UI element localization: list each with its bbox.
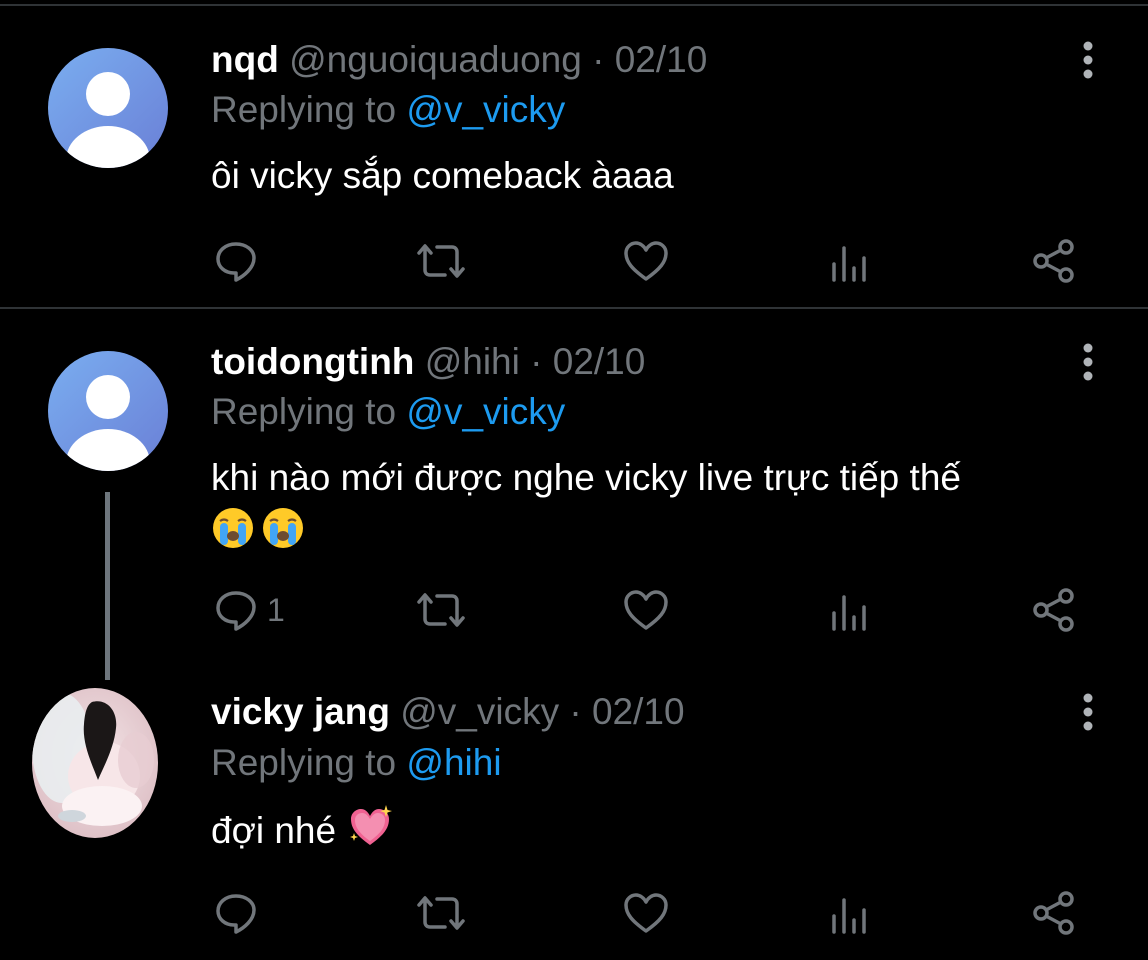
views-icon [832, 595, 866, 631]
default-avatar-icon [48, 48, 168, 168]
reply-icon [216, 591, 256, 631]
share-button[interactable] [1030, 585, 1078, 635]
retweet-button[interactable] [415, 236, 467, 286]
photo-avatar-icon [32, 688, 158, 838]
mention-link[interactable]: @hihi [406, 742, 501, 783]
like-icon [624, 893, 668, 933]
share-icon [1033, 588, 1074, 632]
separator: · [569, 691, 582, 732]
action-bar [0, 236, 1148, 286]
views-button[interactable] [830, 585, 870, 635]
reply-button[interactable] [213, 236, 259, 286]
share-icon [1033, 891, 1074, 935]
loudly-crying-face-icon [261, 506, 305, 550]
mention-link[interactable]: @v_vicky [406, 89, 565, 130]
tweet-date[interactable]: 02/10 [592, 691, 685, 732]
replying-to: Replying to @v_vicky [211, 88, 565, 132]
reply-icon [216, 894, 256, 934]
loudly-crying-face-icon [211, 506, 255, 550]
user-handle[interactable]: @hihi [425, 341, 520, 382]
tweet-date[interactable]: 02/10 [553, 341, 646, 382]
display-name[interactable]: toidongtinh [211, 341, 414, 382]
retweet-button[interactable] [415, 585, 467, 635]
sparkling-heart-icon [346, 803, 394, 851]
tweet-header: vicky jang @v_vicky · 02/10 [211, 690, 685, 734]
views-icon [832, 246, 866, 282]
replying-prefix: Replying to [211, 89, 397, 130]
reply-count: 1 [267, 591, 285, 628]
retweet-button[interactable] [415, 888, 467, 938]
replying-prefix: Replying to [211, 391, 397, 432]
retweet-icon [417, 593, 465, 627]
separator: · [592, 39, 605, 80]
like-button[interactable] [622, 585, 670, 635]
user-handle[interactable]: @v_vicky [400, 691, 559, 732]
tweet-text-content: ôi vicky sắp comeback àaaa [211, 155, 674, 196]
retweet-icon [417, 896, 465, 930]
replying-prefix: Replying to [211, 742, 397, 783]
views-button[interactable] [830, 236, 870, 286]
tweet-text-content: khi nào mới được nghe vicky live trực ti… [211, 457, 961, 498]
views-button[interactable] [830, 888, 870, 938]
tweet-text-content: đợi nhé [211, 810, 337, 851]
mention-link[interactable]: @v_vicky [406, 391, 565, 432]
reply-button[interactable]: 1 [213, 585, 285, 635]
action-bar [0, 888, 1148, 938]
tweet-header: nqd @nguoiquaduong · 02/10 [211, 38, 707, 82]
display-name[interactable]: vicky jang [211, 691, 390, 732]
tweet-text: ôi vicky sắp comeback àaaa [211, 150, 1091, 202]
tweet-text: đợi nhé [211, 803, 1091, 857]
like-icon [624, 241, 668, 281]
reply-icon [216, 242, 256, 282]
share-button[interactable] [1030, 888, 1078, 938]
more-options-icon[interactable] [1076, 340, 1100, 384]
views-icon [832, 898, 866, 934]
share-icon [1033, 239, 1074, 283]
action-bar: 1 [0, 585, 1148, 635]
tweet-text: khi nào mới được nghe vicky live trực ti… [211, 452, 1091, 556]
tweet-header: toidongtinh @hihi · 02/10 [211, 340, 645, 384]
avatar[interactable] [48, 48, 168, 168]
avatar[interactable] [48, 351, 168, 471]
retweet-icon [417, 244, 465, 278]
display-name[interactable]: nqd [211, 39, 279, 80]
default-avatar-icon [48, 351, 168, 471]
more-options-icon[interactable] [1076, 690, 1100, 734]
more-options-icon[interactable] [1076, 38, 1100, 82]
separator: · [530, 341, 543, 382]
replying-to: Replying to @hihi [211, 741, 502, 785]
share-button[interactable] [1030, 236, 1078, 286]
tweet-date[interactable]: 02/10 [615, 39, 708, 80]
like-button[interactable] [622, 236, 670, 286]
like-icon [624, 590, 668, 630]
top-divider [0, 4, 1148, 6]
replying-to: Replying to @v_vicky [211, 390, 565, 434]
user-handle[interactable]: @nguoiquaduong [289, 39, 582, 80]
reply-button[interactable] [213, 888, 259, 938]
like-button[interactable] [622, 888, 670, 938]
tweet-divider [0, 307, 1148, 309]
avatar[interactable] [32, 688, 158, 838]
